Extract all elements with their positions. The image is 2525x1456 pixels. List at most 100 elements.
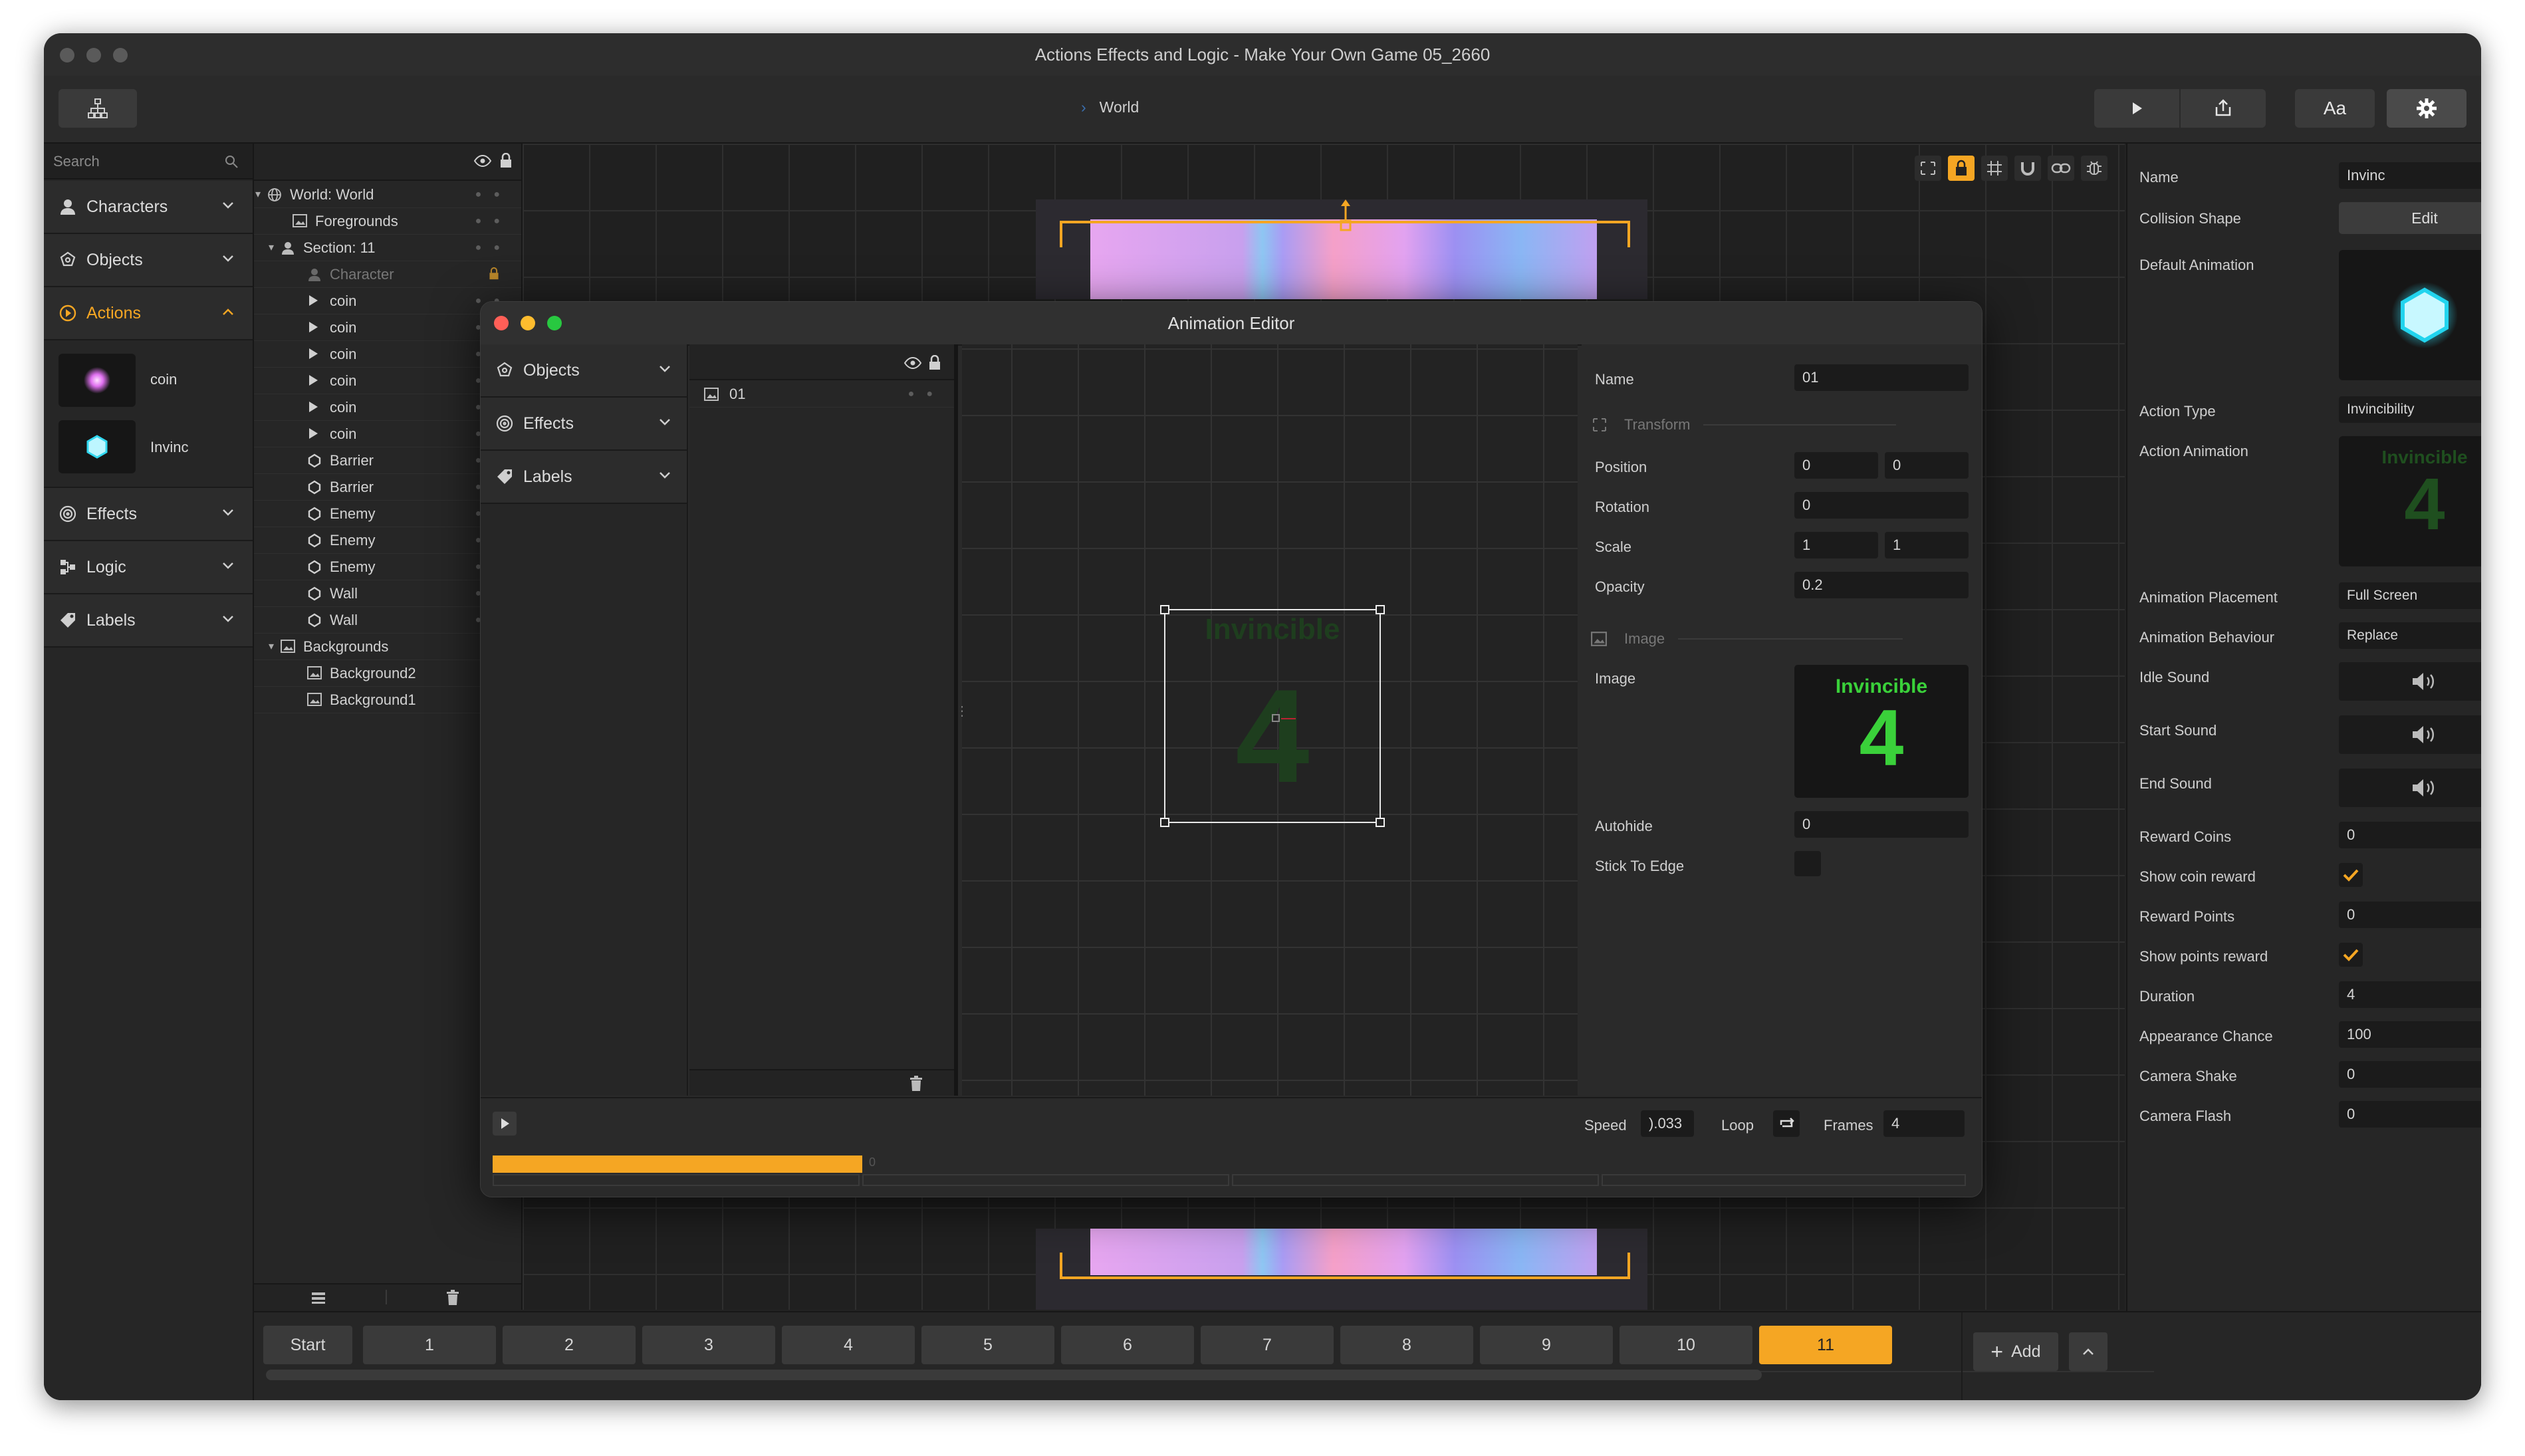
frame-row[interactable]: 01 ●● — [689, 382, 954, 408]
resize-handle-icon[interactable]: ⋮ — [955, 705, 969, 734]
category-logic[interactable]: Logic — [44, 541, 253, 594]
action-type-select[interactable]: Invincibility▾ — [2339, 396, 2481, 423]
flash-field[interactable]: 0 — [2339, 1101, 2481, 1128]
frames-field[interactable]: 4 — [1883, 1110, 1965, 1137]
fit-icon[interactable] — [1915, 156, 1941, 181]
zoom-traffic-light[interactable] — [113, 48, 128, 62]
magnet-icon[interactable] — [2014, 156, 2041, 181]
reward-coins-field[interactable]: 0 — [2339, 822, 2481, 848]
lock-icon[interactable] — [488, 267, 500, 281]
action-animation-preview[interactable]: Invincible 4 — [2339, 436, 2481, 566]
show-coin-checkbox[interactable] — [2339, 863, 2363, 887]
section-button-9[interactable]: 9 — [1480, 1326, 1613, 1364]
timeline-frame-slot[interactable] — [862, 1174, 1229, 1186]
timeline-frame-slot[interactable] — [493, 1174, 860, 1186]
section-scrollbar[interactable] — [266, 1370, 1762, 1380]
disclosure-triangle-icon[interactable]: ▾ — [255, 182, 261, 207]
row-toggles[interactable]: ●● — [475, 182, 512, 207]
name-field[interactable]: Invinc — [2339, 162, 2481, 189]
frame-name-field[interactable]: 01 — [1794, 364, 1969, 391]
add-section-button[interactable]: + Add — [1973, 1332, 2058, 1371]
section-button-7[interactable]: 7 — [1201, 1326, 1334, 1364]
list-item[interactable] — [59, 354, 138, 407]
loop-toggle[interactable] — [1773, 1110, 1800, 1137]
close-traffic-light[interactable] — [494, 316, 509, 330]
eye-icon[interactable] — [903, 356, 922, 370]
breadcrumb[interactable]: › World — [1081, 98, 1139, 116]
play-button[interactable] — [2094, 89, 2179, 128]
share-button[interactable] — [2181, 89, 2266, 128]
image-section[interactable]: Image — [1591, 630, 1903, 648]
section-button-2[interactable]: 2 — [503, 1326, 636, 1364]
collision-edit-button[interactable]: Edit — [2339, 202, 2481, 234]
trash-icon[interactable] — [909, 1075, 923, 1092]
category-labels[interactable]: Labels — [44, 594, 253, 648]
resize-handle[interactable] — [1376, 605, 1385, 614]
eye-icon[interactable] — [473, 154, 492, 168]
dialog-category-labels[interactable]: Labels — [481, 451, 687, 504]
section-button-6[interactable]: 6 — [1061, 1326, 1194, 1364]
dialog-category-effects[interactable]: Effects — [481, 398, 687, 451]
section-button-11[interactable]: 11 — [1759, 1326, 1892, 1364]
selection-handle[interactable] — [1339, 199, 1352, 231]
start-sound-picker[interactable] — [2339, 715, 2481, 754]
row-toggles[interactable]: ●● — [475, 209, 512, 234]
section-button-10[interactable]: 10 — [1620, 1326, 1752, 1364]
end-sound-picker[interactable] — [2339, 769, 2481, 807]
minimize-traffic-light[interactable] — [86, 48, 101, 62]
grid-icon[interactable] — [1981, 156, 2008, 181]
section-button-8[interactable]: 8 — [1340, 1326, 1473, 1364]
section-button-4[interactable]: 4 — [782, 1326, 915, 1364]
behaviour-select[interactable]: Replace▾ — [2339, 622, 2481, 649]
collapse-button[interactable] — [2069, 1332, 2107, 1371]
section-start-button[interactable]: Start — [263, 1326, 352, 1364]
zoom-traffic-light[interactable] — [547, 316, 562, 330]
animation-canvas[interactable]: ⋮ Invincible 4 — [955, 344, 1578, 1096]
speed-field[interactable]: ).033 — [1641, 1110, 1694, 1137]
reward-points-field[interactable]: 0 — [2339, 902, 2481, 928]
minimize-traffic-light[interactable] — [521, 316, 535, 330]
timeline-frame-slot[interactable] — [1232, 1174, 1599, 1186]
hierarchy-button[interactable] — [59, 89, 137, 128]
section-button-5[interactable]: 5 — [921, 1326, 1054, 1364]
row-toggles[interactable]: ●● — [475, 235, 512, 261]
resize-handle[interactable] — [1376, 818, 1385, 827]
tree-row[interactable]: Foregrounds ●● — [254, 209, 521, 235]
font-button[interactable]: Aa — [2295, 89, 2375, 128]
section-button-3[interactable]: 3 — [642, 1326, 775, 1364]
category-effects[interactable]: Effects — [44, 488, 253, 541]
default-animation-preview[interactable] — [2339, 250, 2481, 380]
timeline-play-button[interactable] — [493, 1112, 517, 1136]
settings-button[interactable] — [2387, 89, 2466, 128]
trash-icon[interactable] — [445, 1289, 460, 1306]
lock-icon[interactable] — [927, 355, 942, 371]
tree-row[interactable]: ▾ World: World ●● — [254, 182, 521, 208]
duration-field[interactable]: 4 — [2339, 981, 2481, 1008]
resize-handle[interactable] — [1160, 818, 1169, 827]
layers-icon[interactable] — [310, 1290, 327, 1305]
close-traffic-light[interactable] — [60, 48, 74, 62]
disclosure-triangle-icon[interactable]: ▾ — [269, 235, 274, 261]
rotation-field[interactable]: 0 — [1794, 492, 1969, 519]
transform-section[interactable]: Transform — [1591, 416, 1897, 433]
timeline-track[interactable]: 0 — [493, 1155, 1966, 1186]
tree-row[interactable]: Character — [254, 262, 521, 288]
category-actions[interactable]: Actions — [44, 287, 253, 340]
lock-icon[interactable] — [499, 153, 513, 169]
debug-icon[interactable] — [2081, 156, 2107, 181]
timeline-frame-slot[interactable] — [1602, 1174, 1966, 1186]
resize-handle[interactable] — [1160, 605, 1169, 614]
scale-x-field[interactable]: 1 — [1794, 532, 1878, 558]
opacity-field[interactable]: 0.2 — [1794, 572, 1969, 598]
snap-lock-icon[interactable] — [1948, 156, 1975, 181]
chance-field[interactable]: 100 — [2339, 1021, 2481, 1048]
position-y-field[interactable]: 0 — [1885, 452, 1969, 479]
category-characters[interactable]: Characters — [44, 181, 253, 234]
shake-field[interactable]: 0 — [2339, 1061, 2481, 1088]
dialog-category-objects[interactable]: Objects — [481, 344, 687, 398]
timeline-keyframe[interactable] — [493, 1155, 862, 1173]
disclosure-triangle-icon[interactable]: ▾ — [269, 634, 274, 660]
pivot-marker[interactable] — [1272, 714, 1280, 722]
stick-to-edge-checkbox[interactable] — [1794, 851, 1821, 876]
search-input[interactable]: Search — [44, 144, 253, 180]
